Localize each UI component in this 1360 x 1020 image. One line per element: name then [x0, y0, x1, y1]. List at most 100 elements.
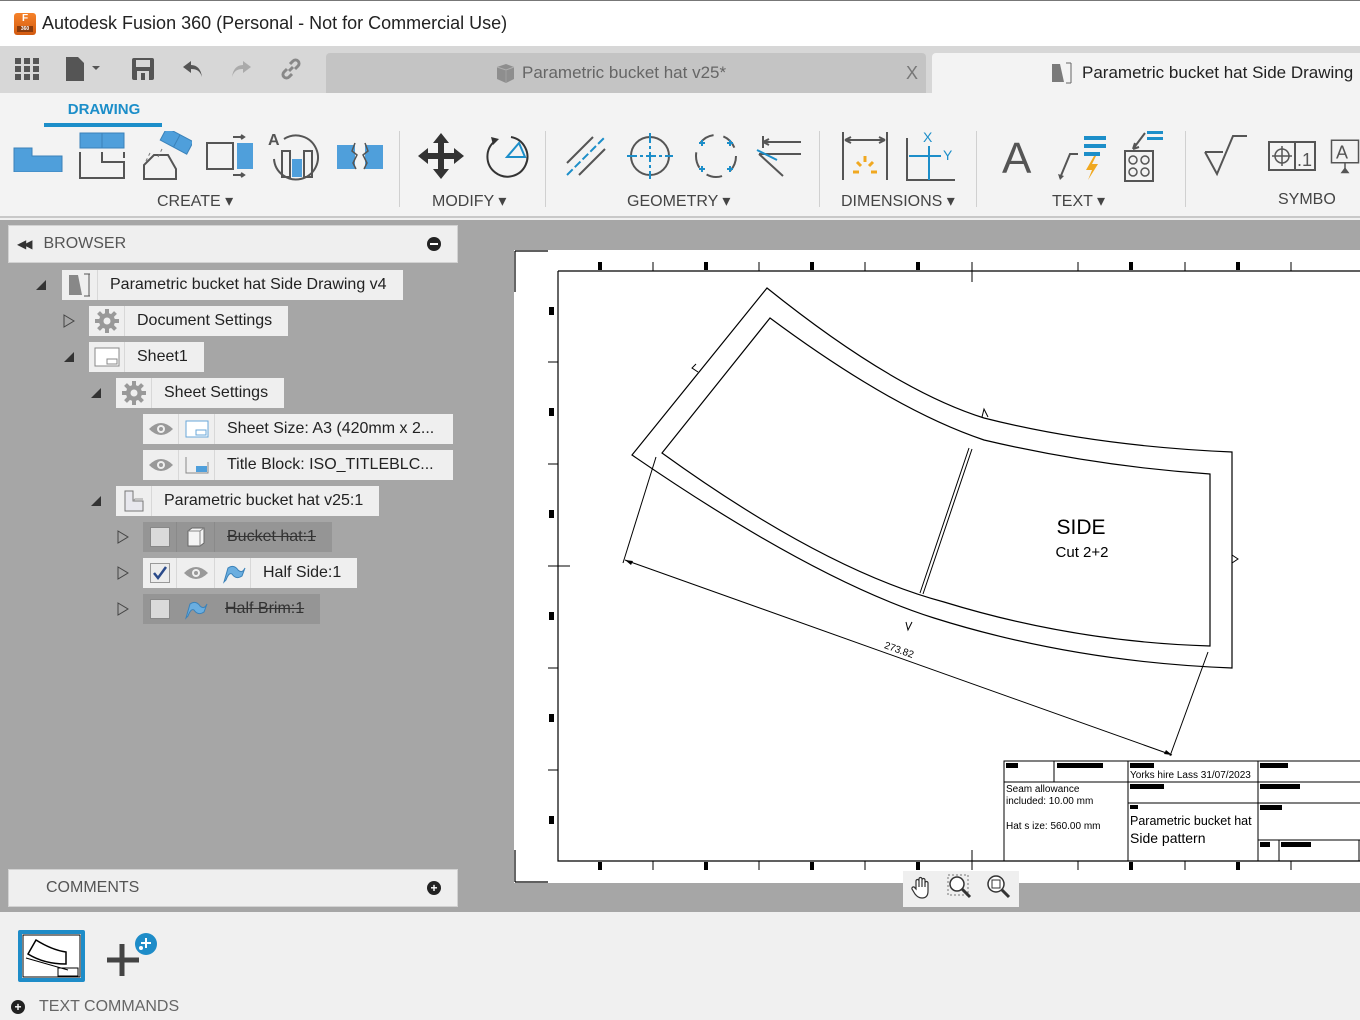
eye-icon[interactable] [177, 558, 215, 588]
link-icon[interactable] [278, 56, 304, 82]
dimension-extension-line [622, 456, 657, 564]
tree-item-sheet-size[interactable]: Sheet Size: A3 (420mm x 2... [143, 414, 453, 444]
sheet-thumbnail[interactable] [18, 930, 85, 982]
collapse-arrow-icon[interactable] [89, 494, 103, 508]
center-mark-icon[interactable] [622, 129, 678, 183]
text-menu[interactable]: TEXT ▾ [1052, 191, 1105, 211]
gear-icon [89, 306, 125, 336]
notch [981, 407, 989, 418]
tree-item-sheet-settings[interactable]: Sheet Settings [89, 378, 285, 408]
rotate-view-icon[interactable]: A [266, 129, 322, 183]
edge-extension-icon[interactable] [752, 129, 808, 183]
file-menu-icon[interactable] [64, 56, 104, 82]
datum-icon[interactable]: A [1330, 129, 1360, 183]
expand-arrow-icon[interactable] [116, 566, 130, 580]
feature-control-frame-icon[interactable]: .1 [1264, 129, 1320, 183]
svg-text:A: A [268, 132, 280, 149]
bottom-bar: + TEXT COMMANDS [0, 912, 1360, 1020]
centerline-icon[interactable] [558, 129, 614, 183]
tree-item-half-side[interactable]: Half Side:1 [116, 558, 358, 588]
visibility-checkbox[interactable] [150, 599, 170, 619]
corner-mark [514, 850, 548, 883]
collapse-arrow-icon[interactable] [34, 278, 48, 292]
tree-item-title-block[interactable]: Title Block: ISO_TITLEBLC... [143, 450, 453, 480]
dimensions-menu[interactable]: DIMENSIONS ▾ [841, 191, 955, 211]
tree-item-bucket-hat[interactable]: Bucket hat:1 [116, 522, 332, 552]
toolbar-separator [399, 131, 400, 207]
tree-item-half-brim[interactable]: Half Brim:1 [116, 594, 321, 624]
collapse-browser-icon[interactable]: ◀◀ [17, 237, 33, 251]
dimension-arrow [625, 560, 633, 565]
fusion-logo-icon: F 360 [14, 12, 36, 35]
tree-item-sheet1[interactable]: Sheet1 [62, 342, 204, 372]
new-sheet-button[interactable] [104, 932, 160, 982]
break-view-icon[interactable] [332, 129, 388, 183]
expand-text-commands-icon[interactable]: + [11, 1000, 25, 1014]
app-grid-icon[interactable] [14, 56, 40, 82]
close-tab-icon[interactable]: X [906, 63, 918, 84]
toolbar-separator [545, 131, 546, 207]
rotate-icon[interactable] [478, 129, 534, 183]
text-commands-toggle[interactable]: + TEXT COMMANDS [0, 996, 179, 1018]
visibility-checkbox[interactable] [149, 563, 170, 583]
save-icon[interactable] [131, 56, 155, 82]
collapse-arrow-icon[interactable] [62, 350, 76, 364]
fit-icon[interactable] [986, 874, 1012, 905]
expand-arrow-icon[interactable] [116, 602, 130, 616]
center-mark-pattern-icon[interactable] [688, 129, 744, 183]
expand-arrow-icon[interactable] [62, 314, 76, 328]
redo-icon[interactable] [228, 56, 254, 82]
svg-text:A: A [1002, 134, 1032, 179]
visibility-checkbox[interactable] [149, 527, 170, 547]
section-view-icon[interactable] [138, 129, 194, 183]
base-view-icon[interactable] [10, 129, 66, 183]
zoom-window-icon[interactable] [947, 874, 973, 905]
expand-arrow-icon[interactable] [116, 530, 130, 544]
modify-menu[interactable]: MODIFY ▾ [432, 191, 506, 211]
piece-subtitle: Cut 2+2 [1056, 544, 1109, 561]
toolbar-separator [819, 131, 820, 207]
doc-tab-drawing[interactable]: Parametric bucket hat Side Drawing [932, 53, 1360, 93]
drawing-sheet[interactable]: SIDE Cut 2+2 273.82 Yorks hire Lass 31/0… [514, 250, 1360, 883]
tree-item-document-settings[interactable]: Document Settings [62, 306, 289, 336]
browser-minimize-icon[interactable] [427, 237, 441, 251]
workspace-tab-drawing[interactable]: DRAWING [46, 101, 162, 118]
toolbar-separator [1185, 131, 1186, 207]
eye-icon[interactable] [143, 414, 179, 444]
geometry-menu[interactable]: GEOMETRY ▾ [627, 191, 730, 211]
drawing-canvas: SIDE Cut 2+2 273.82 [514, 250, 1360, 883]
corner-mark [514, 250, 548, 292]
leader-icon[interactable] [1054, 129, 1110, 183]
pan-icon[interactable] [910, 875, 934, 904]
tree-item-drawing[interactable]: Parametric bucket hat Side Drawing v4 [34, 270, 403, 300]
dimension-extension-line [1169, 651, 1209, 757]
notch [1231, 554, 1239, 564]
notch [691, 363, 699, 373]
note-icon[interactable] [1112, 129, 1168, 183]
browser-header: ◀◀ BROWSER [8, 225, 458, 263]
eye-icon[interactable] [143, 450, 179, 480]
title-block-title: Parametric bucket hat [1130, 814, 1252, 828]
symbols-menu[interactable]: SYMBO [1278, 191, 1336, 209]
svg-text:.1: .1 [1297, 150, 1312, 170]
move-icon[interactable] [413, 129, 469, 183]
ordinate-dimension-icon[interactable]: XY [902, 129, 958, 183]
doc-tab-design[interactable]: Parametric bucket hat v25* X [326, 53, 926, 93]
surface-texture-icon[interactable] [1198, 129, 1254, 183]
comments-title: COMMENTS [46, 879, 140, 896]
tree-item-component[interactable]: Parametric bucket hat v25:1 [89, 486, 380, 516]
text-icon[interactable]: A [990, 129, 1046, 183]
pattern-inner-outline [661, 317, 1211, 647]
title-bar: F 360 Autodesk Fusion 360 (Personal - Not… [0, 0, 1360, 46]
detail-view-icon[interactable] [202, 129, 258, 183]
create-menu[interactable]: CREATE ▾ [157, 191, 233, 211]
undo-icon[interactable] [180, 56, 206, 82]
doc-tab-label: Parametric bucket hat v25* [522, 63, 727, 82]
dimension-icon[interactable] [837, 129, 893, 183]
collapse-arrow-icon[interactable] [89, 386, 103, 400]
sheet-icon [89, 342, 125, 372]
piece-title: SIDE [1056, 516, 1105, 539]
projected-view-icon[interactable] [74, 129, 130, 183]
drawing-doc-icon [62, 270, 98, 300]
add-comment-icon[interactable]: + [427, 881, 441, 895]
